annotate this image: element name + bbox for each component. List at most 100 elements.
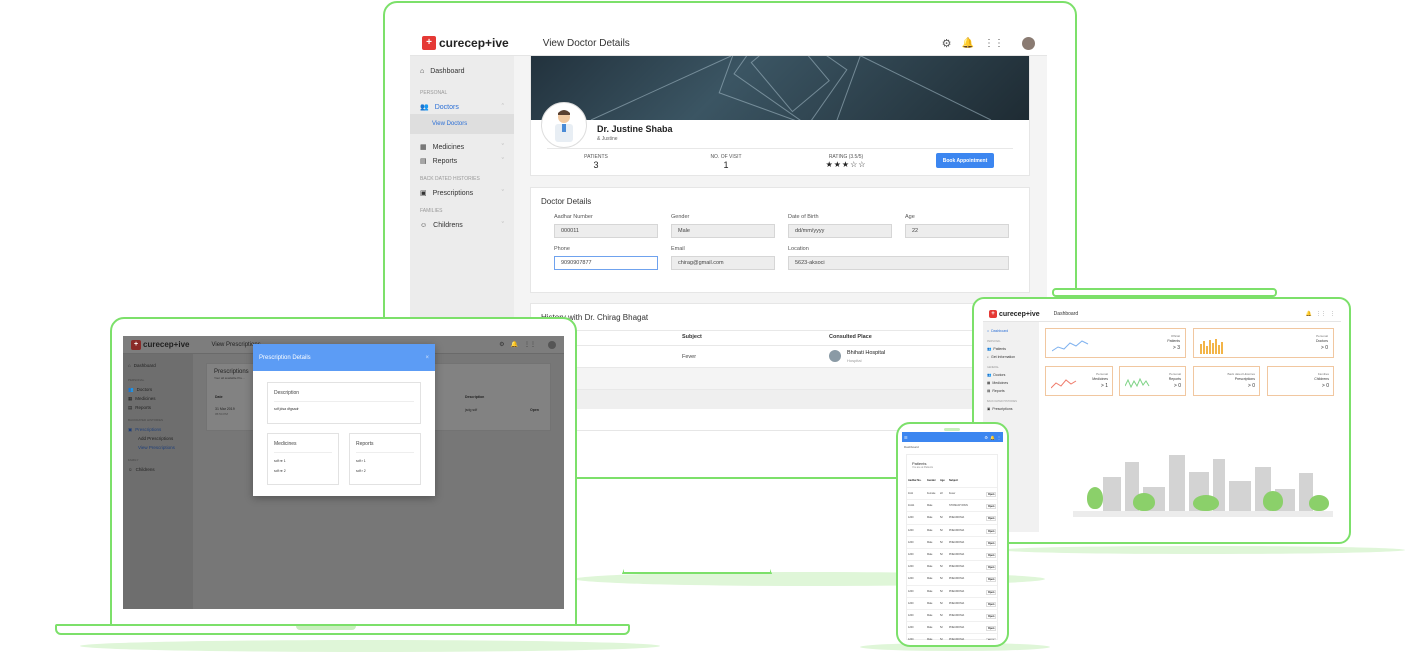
doctor-name: Dr. Justine Shaba xyxy=(597,124,673,134)
sidebar-item-medicines[interactable]: ▦ Medicines ˇ xyxy=(420,140,504,154)
sidebar-item-dashboard[interactable]: ⌂ Dashboard xyxy=(987,327,1035,335)
more-icon[interactable]: ⋮ xyxy=(1330,311,1335,317)
sidebar-item-childrens[interactable]: ☺ Childrens xyxy=(128,465,188,474)
tree xyxy=(1087,487,1103,509)
stat-card-reports[interactable]: Personal Reports > 0 xyxy=(1119,366,1186,396)
settings-icon[interactable]: ⚙ xyxy=(984,435,988,440)
modal-title: Prescription Details xyxy=(259,354,311,361)
open-button[interactable]: Open xyxy=(986,528,997,534)
open-button[interactable]: Open xyxy=(986,565,997,571)
open-button[interactable]: Open xyxy=(986,626,997,632)
open-button[interactable]: Open xyxy=(986,553,997,558)
gender-field[interactable]: Male xyxy=(671,224,775,238)
email-field[interactable]: chirag@gmail.com xyxy=(671,256,775,270)
cover-pattern xyxy=(590,56,992,120)
col-description: Description xyxy=(465,395,485,399)
table-cell: PNEUMONIA xyxy=(949,540,965,544)
stat-card-childrens[interactable]: Families Childrens > 0 xyxy=(1267,366,1334,396)
open-button[interactable]: Open xyxy=(986,516,997,522)
open-button[interactable]: Open xyxy=(986,540,997,546)
open-button[interactable]: Open xyxy=(986,492,997,497)
table-row: 1200 Male 52 PNEUMONIA Open xyxy=(907,560,997,573)
logo-text: curecep+ive xyxy=(999,310,1040,318)
avatar[interactable] xyxy=(1022,36,1035,50)
sidebar-item-patients[interactable]: 👥 Patients xyxy=(987,345,1035,353)
tablet-logo[interactable]: + curecep+ive xyxy=(989,310,1040,318)
sidebar-item-reports[interactable]: ▤ Reports xyxy=(987,387,1035,395)
table-cell: Male xyxy=(927,589,933,593)
table-cell: Male xyxy=(927,565,933,569)
notification-bell-icon[interactable]: 🔔 xyxy=(511,341,518,349)
sidebar-item-prescriptions[interactable]: ▣ Prescriptions xyxy=(987,405,1035,413)
notification-bell-icon[interactable]: 🔔 xyxy=(990,435,995,440)
sidebar-item-dashboard[interactable]: ⌂ Dashboard xyxy=(128,360,188,370)
close-icon[interactable]: × xyxy=(425,355,429,361)
laptop-sidebar: ⌂ Dashboard PERSONAL 👥 Doctors ▦ Medicines … xyxy=(123,354,193,609)
open-button[interactable]: Open xyxy=(986,577,997,583)
sidebar-section-backdated: BACKDATED HISTORIES xyxy=(128,418,164,422)
chevron-down-icon: ˇ xyxy=(501,157,504,165)
card-line2: Prescriptions xyxy=(1234,377,1255,381)
sidebar-item-prescriptions[interactable]: ▣ Prescriptions xyxy=(128,425,188,434)
settings-icon[interactable]: ⚙ xyxy=(499,341,504,349)
location-field[interactable]: 5623-aksoci xyxy=(788,256,1009,270)
open-button[interactable]: Open xyxy=(986,614,997,619)
stat-card-patients[interactable]: Official Patients > 3 xyxy=(1045,328,1186,358)
table-cell: 1200 xyxy=(908,577,914,581)
sidebar-section-backdated: BACK DATED HISTORIES xyxy=(420,176,480,182)
sidebar-item-add-prescriptions[interactable]: Add Prescriptions xyxy=(128,434,188,443)
table-cell: 52 xyxy=(940,601,943,605)
sidebar-item-prescriptions[interactable]: ▣ Prescriptions ˇ xyxy=(420,186,504,200)
apps-grid-icon[interactable]: ⋮⋮ xyxy=(524,341,536,349)
book-appointment-button[interactable]: Book Appointment xyxy=(936,153,994,168)
sidebar-item-dashboard[interactable]: ⌂ Dashboard xyxy=(420,64,504,78)
open-button[interactable]: Open xyxy=(986,589,997,595)
ground-strip xyxy=(1073,511,1333,517)
sidebar-item-medicines[interactable]: ▦ Medicines xyxy=(987,379,1035,387)
building xyxy=(1169,455,1185,517)
card-value: > 3 xyxy=(1172,345,1180,351)
sidebar-item-doctors[interactable]: 👥 Doctors xyxy=(128,385,188,394)
card-line1: Personal xyxy=(1096,372,1108,376)
notification-bell-icon[interactable]: 🔔 xyxy=(1306,311,1312,317)
dob-field[interactable]: dd/mm/yyyy xyxy=(788,224,892,238)
sidebar-item-view-doctors[interactable]: View Doctors xyxy=(410,114,514,134)
doctor-avatar xyxy=(541,102,587,148)
apps-grid-icon[interactable]: ⋮ xyxy=(997,435,1001,440)
sidebar-item-doctors[interactable]: 👥 Doctors xyxy=(987,371,1035,379)
open-button[interactable]: Open xyxy=(986,504,997,510)
sparkline-icon xyxy=(1051,379,1077,389)
sidebar-item-get-information[interactable]: ⌕ Get Information xyxy=(987,353,1035,361)
desktop-logo[interactable]: + curecep+ive xyxy=(422,36,509,50)
notification-bell-icon[interactable]: 🔔 xyxy=(962,38,974,49)
table-row: 1200 Male 52 PNEUMONIA Open xyxy=(907,609,997,622)
sidebar-item-reports[interactable]: ▤ Reports ˇ xyxy=(420,154,504,168)
open-button[interactable]: Open xyxy=(986,638,997,640)
open-button[interactable]: Open xyxy=(986,601,997,607)
settings-icon[interactable]: ⚙ xyxy=(942,37,952,50)
aadhar-field[interactable]: 000011 xyxy=(554,224,658,238)
sidebar-item-view-prescriptions[interactable]: View Prescriptions xyxy=(128,443,188,452)
stat-card-doctors[interactable]: Personal Doctors > 0 xyxy=(1193,328,1334,358)
stat-card-medicines[interactable]: Personal Medicines > 1 xyxy=(1045,366,1113,396)
col-aadhar: Aadhar No. xyxy=(908,479,922,482)
medicine-item: sdf re 2 xyxy=(274,469,286,473)
sidebar-item-childrens[interactable]: ☺ Childrens ˇ xyxy=(420,218,504,232)
sidebar-item-doctors[interactable]: 👥 Doctors ˆ xyxy=(420,100,504,114)
apps-grid-icon[interactable]: ⋮⋮ xyxy=(1316,311,1326,317)
avatar[interactable] xyxy=(548,340,556,349)
stat-visits: NO. OF VISIT 1 xyxy=(710,154,742,170)
sidebar-section-personal: PERSONAL xyxy=(128,378,145,382)
menu-icon[interactable]: ☰ xyxy=(904,435,908,440)
apps-grid-icon[interactable]: ⋮⋮ xyxy=(984,38,1004,49)
open-button[interactable]: Open xyxy=(530,408,539,412)
age-field[interactable]: 22 xyxy=(905,224,1009,238)
laptop-logo[interactable]: + curecep+ive xyxy=(131,339,189,350)
sidebar-item-reports[interactable]: ▤ Reports xyxy=(128,403,188,412)
profile-cover-image xyxy=(531,56,1029,120)
sidebar-item-medicines[interactable]: ▦ Medicines xyxy=(128,394,188,403)
stat-card-prescriptions[interactable]: Back dated Histories Prescriptions > 0 xyxy=(1193,366,1260,396)
phone-field[interactable]: 9090907877 xyxy=(554,256,658,270)
phone-topbar: ☰ ⚙ 🔔 ⋮ xyxy=(902,432,1003,442)
report-icon: ▤ xyxy=(987,389,991,393)
